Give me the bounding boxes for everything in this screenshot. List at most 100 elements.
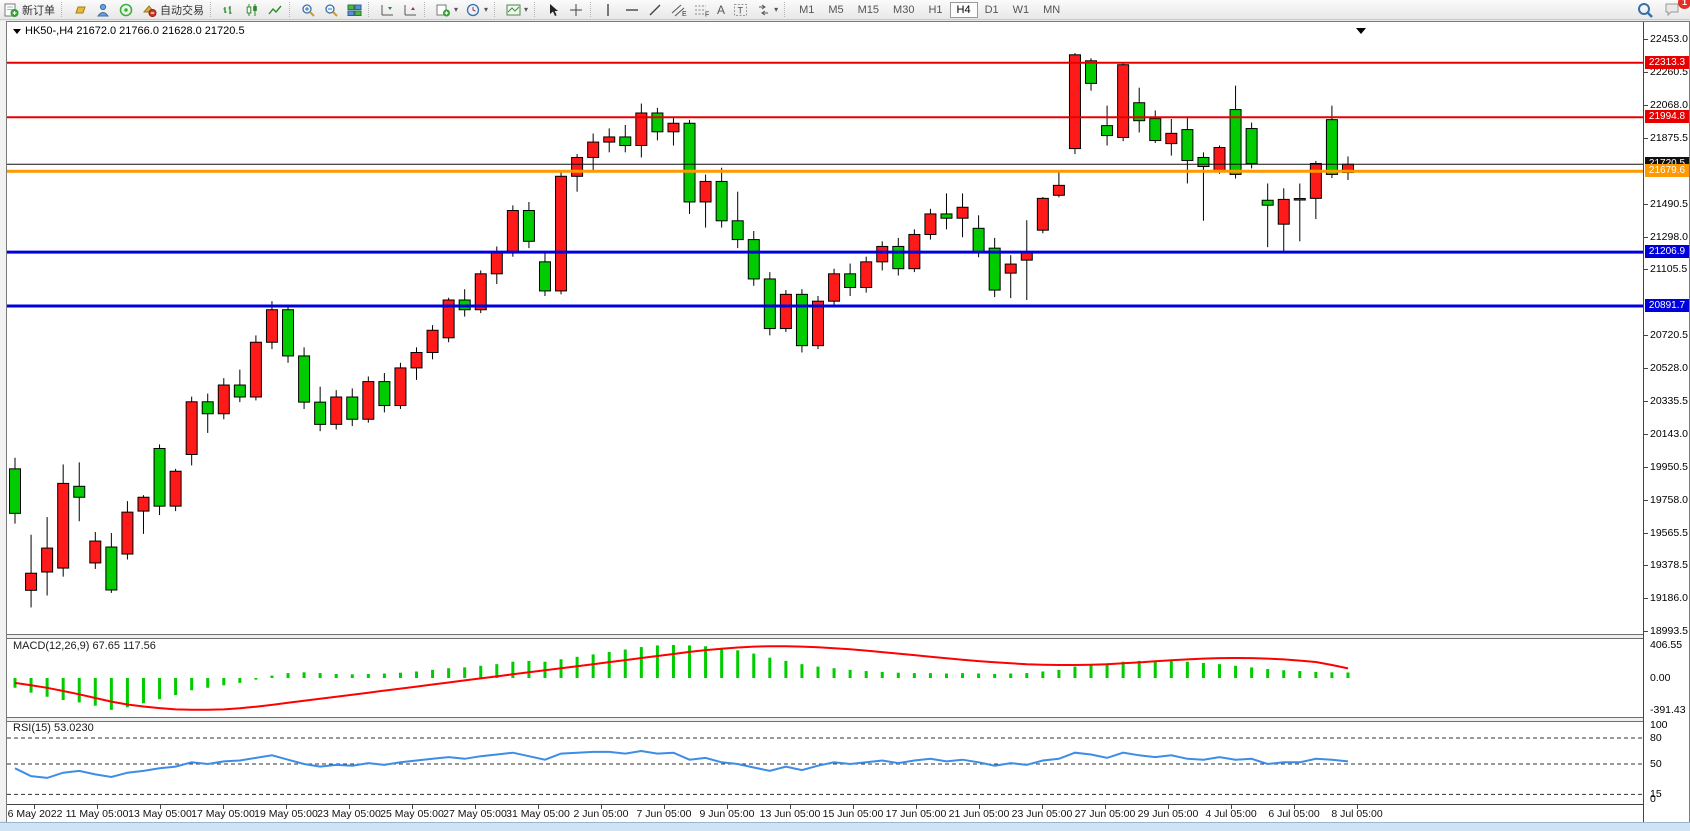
- trendline-icon: [648, 3, 663, 16]
- line-chart-button[interactable]: [264, 1, 287, 18]
- dropdown-arrow-icon: ▾: [524, 5, 528, 14]
- price-tick-label: 50: [1650, 758, 1662, 770]
- date-tick-label: 6 Jul 05:00: [1268, 808, 1319, 820]
- notification-badge: 1: [1678, 0, 1690, 9]
- vertical-line-tool[interactable]: [598, 1, 621, 18]
- notifications-icon[interactable]: 1: [1664, 1, 1684, 19]
- zoom-in-button[interactable]: [297, 1, 320, 18]
- tab-mn[interactable]: MN: [1036, 2, 1067, 18]
- price-line-badge: 21994.8: [1645, 110, 1689, 123]
- horizontal-line-tool[interactable]: [621, 1, 644, 18]
- indicator-list-icon: [403, 3, 418, 16]
- macd-pane[interactable]: [7, 638, 1643, 717]
- text-label-tool[interactable]: T: [729, 1, 752, 18]
- tab-m5[interactable]: M5: [821, 2, 850, 18]
- candlestick-chart[interactable]: [7, 23, 1643, 635]
- period-button[interactable]: ▾: [462, 1, 492, 18]
- tile-windows-button[interactable]: [343, 1, 366, 18]
- timeframe-bar: M1 M5 M15 M30 H1 H4 D1 W1 MN: [792, 2, 1067, 18]
- zoom-out-button[interactable]: [320, 1, 343, 18]
- bar-chart-button[interactable]: [218, 1, 241, 18]
- new-order-label: 新订单: [22, 2, 55, 18]
- toolbar-separator: [494, 2, 500, 17]
- candlestick-button[interactable]: [241, 1, 264, 18]
- zoom-out-icon: [324, 3, 339, 16]
- line-chart-icon: [268, 3, 283, 16]
- date-tick-label: 23 Jun 05:00: [1012, 808, 1073, 820]
- market-watch-button[interactable]: [69, 1, 92, 18]
- price-line-badge: 22313.3: [1645, 56, 1689, 69]
- trendline-tool[interactable]: [644, 1, 667, 18]
- rsi-pane[interactable]: [7, 721, 1643, 801]
- date-axis[interactable]: 6 May 202211 May 05:0013 May 05:0017 May…: [7, 804, 1643, 823]
- tab-m1[interactable]: M1: [792, 2, 821, 18]
- date-tick-label: 17 May 05:00: [191, 808, 255, 820]
- price-tick-label: 100: [1650, 719, 1668, 731]
- price-tick-label: 20143.0: [1650, 428, 1688, 440]
- price-tick-label: 19758.0: [1650, 494, 1688, 506]
- date-tick-label: 25 May 05:00: [380, 808, 444, 820]
- price-tick-mark: [1644, 565, 1648, 566]
- signal-icon: [119, 3, 134, 16]
- expert-advisor-button[interactable]: [92, 1, 115, 18]
- fibonacci-icon: F: [694, 3, 709, 16]
- price-tick-mark: [1644, 598, 1648, 599]
- price-tick-label: 18993.5: [1650, 625, 1688, 637]
- price-tick-label: 20720.5: [1650, 329, 1688, 341]
- price-tick-mark: [1644, 631, 1648, 632]
- tab-h4[interactable]: H4: [950, 2, 978, 18]
- price-tick-mark: [1644, 533, 1648, 534]
- date-tick-label: 31 May 05:00: [506, 808, 570, 820]
- price-tick-mark: [1644, 39, 1648, 40]
- arrows-tool[interactable]: ▾: [752, 1, 782, 18]
- price-tick-label: 22453.0: [1650, 33, 1688, 45]
- bar-chart-icon: [222, 3, 237, 16]
- price-tick-mark: [1644, 401, 1648, 402]
- price-line-badge: 21206.9: [1645, 245, 1689, 258]
- tab-h1[interactable]: H1: [921, 2, 949, 18]
- symbol-dropdown-icon[interactable]: [13, 29, 21, 34]
- tab-m15[interactable]: M15: [851, 2, 886, 18]
- price-tick-mark: [1644, 467, 1648, 468]
- price-tick-label: 21298.0: [1650, 231, 1688, 243]
- autotrading-icon: [142, 3, 157, 16]
- price-tick-label: 19378.5: [1650, 559, 1688, 571]
- clock-icon: [466, 3, 481, 16]
- tab-m30[interactable]: M30: [886, 2, 921, 18]
- tab-w1[interactable]: W1: [1006, 2, 1037, 18]
- equidistant-channel-icon: E: [671, 3, 686, 16]
- fibo-letter: F: [705, 12, 709, 19]
- price-tick-mark: [1644, 500, 1648, 501]
- price-tick-label: 21490.5: [1650, 198, 1688, 210]
- cursor-button[interactable]: [542, 1, 565, 18]
- indicator-list-button[interactable]: [399, 1, 422, 18]
- date-tick-label: 17 Jun 05:00: [886, 808, 947, 820]
- chart-window[interactable]: HK50-,H4 21672.0 21766.0 21628.0 21720.5…: [6, 21, 1690, 823]
- fibonacci-tool[interactable]: F: [690, 1, 713, 18]
- search-icon[interactable]: [1636, 1, 1654, 19]
- toolbar: 新订单 自动交易 ▾ ▾ ▾ E F A T ▾ M1 M5 M15 M30 H…: [0, 0, 1690, 20]
- crosshair-icon: [569, 3, 584, 16]
- add-indicator-button[interactable]: ▾: [432, 1, 462, 18]
- toolbar-separator: [61, 2, 67, 17]
- indicator-window-button[interactable]: [376, 1, 399, 18]
- price-tick-label: 19950.5: [1650, 461, 1688, 473]
- chart-title: HK50-,H4 21672.0 21766.0 21628.0 21720.5: [13, 25, 245, 37]
- toolbar-separator: [534, 2, 540, 17]
- signals-button[interactable]: [115, 1, 138, 18]
- price-tick-label: 0.00: [1650, 672, 1670, 684]
- date-tick-label: 4 Jul 05:00: [1205, 808, 1256, 820]
- text-tool[interactable]: A: [713, 1, 729, 18]
- channel-tool[interactable]: E: [667, 1, 690, 18]
- date-tick-label: 2 Jun 05:00: [574, 808, 629, 820]
- price-tick-mark: [1644, 269, 1648, 270]
- new-order-button[interactable]: 新订单: [0, 1, 59, 18]
- autotrading-button[interactable]: 自动交易: [138, 1, 208, 18]
- dropdown-arrow-icon: ▾: [454, 5, 458, 14]
- template-button[interactable]: ▾: [502, 1, 532, 18]
- dropdown-arrow-icon: ▾: [774, 5, 778, 14]
- tab-d1[interactable]: D1: [978, 2, 1006, 18]
- price-axis[interactable]: 22453.022260.522068.021875.521490.521298…: [1643, 22, 1690, 822]
- crosshair-button[interactable]: [565, 1, 588, 18]
- price-line-badge: 21679.6: [1645, 164, 1689, 177]
